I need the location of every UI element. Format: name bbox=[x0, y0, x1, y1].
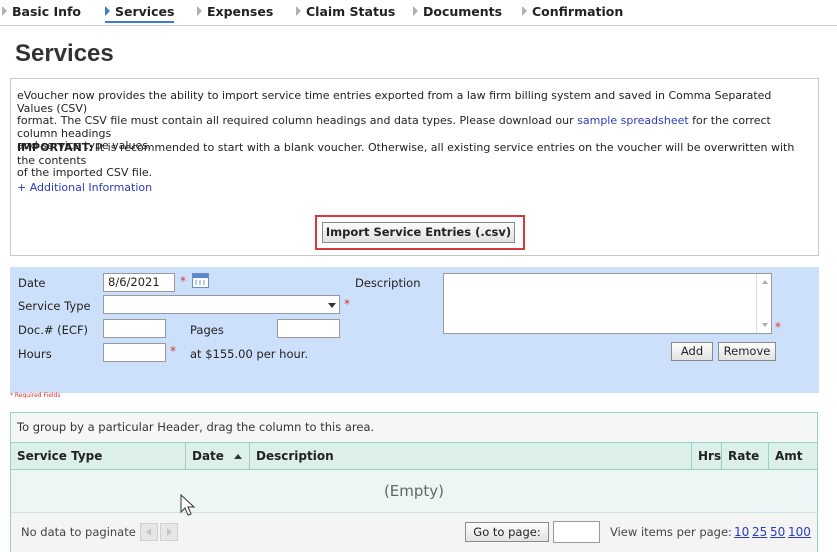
additional-info-row: + Additional Information bbox=[17, 181, 810, 195]
rate-text: at $155.00 per hour. bbox=[190, 347, 309, 361]
tab-basic-info[interactable]: Basic Info bbox=[2, 4, 81, 20]
prev-page-icon[interactable] bbox=[140, 523, 158, 541]
column-header-service-type[interactable]: Service Type bbox=[11, 443, 185, 469]
required-fields-note: * Required Fields bbox=[10, 392, 61, 399]
add-button[interactable]: Add bbox=[671, 342, 713, 361]
column-header-hrs[interactable]: Hrs bbox=[691, 443, 721, 469]
hours-label: Hours bbox=[18, 347, 52, 361]
description-label: Description bbox=[355, 276, 421, 290]
tab-arrow-icon bbox=[296, 6, 301, 16]
service-entries-grid: To group by a particular Header, drag th… bbox=[10, 412, 818, 552]
additional-information-link[interactable]: + Additional Information bbox=[17, 181, 152, 194]
remove-button[interactable]: Remove bbox=[718, 342, 776, 361]
go-to-page-input[interactable] bbox=[553, 521, 600, 543]
tab-arrow-icon bbox=[413, 6, 418, 16]
group-by-area[interactable]: To group by a particular Header, drag th… bbox=[11, 413, 817, 443]
tab-arrow-icon bbox=[197, 6, 202, 16]
hours-required-mark: * bbox=[170, 344, 176, 358]
column-header-amt[interactable]: Amt bbox=[768, 443, 817, 469]
mouse-cursor-icon bbox=[180, 494, 196, 516]
pages-label: Pages bbox=[190, 323, 224, 337]
wizard-tabs: Basic Info Services Expenses Claim Statu… bbox=[0, 0, 837, 26]
import-button-highlight: Import Service Entries (.csv) bbox=[315, 215, 525, 250]
service-entry-form: Date 8/6/2021 * Service Type * Doc.# (EC… bbox=[10, 267, 819, 393]
column-header-description[interactable]: Description bbox=[249, 443, 691, 469]
date-input[interactable]: 8/6/2021 bbox=[103, 273, 175, 292]
page-size-25-link[interactable]: 25 bbox=[752, 525, 767, 539]
grid-header-row: Service Type Date Description Hrs Rate A… bbox=[11, 443, 817, 470]
tab-claim-status[interactable]: Claim Status bbox=[296, 4, 395, 20]
doc-ecf-label: Doc.# (ECF) bbox=[18, 323, 89, 337]
page-size-100-link[interactable]: 100 bbox=[788, 525, 811, 539]
tab-expenses[interactable]: Expenses bbox=[197, 4, 273, 20]
important-note: IMPORTANT: It is recommended to start wi… bbox=[17, 141, 795, 179]
textarea-scrollbar[interactable] bbox=[756, 274, 771, 333]
grid-pager: No data to paginate Go to page: View ite… bbox=[11, 512, 817, 552]
date-label: Date bbox=[18, 276, 46, 290]
column-header-rate[interactable]: Rate bbox=[721, 443, 768, 469]
column-header-date[interactable]: Date bbox=[185, 443, 249, 469]
doc-ecf-input[interactable] bbox=[103, 319, 166, 338]
items-per-page-label: View items per page: bbox=[610, 525, 732, 539]
import-info-panel: eVoucher now provides the ability to imp… bbox=[10, 78, 819, 256]
service-type-label: Service Type bbox=[18, 299, 91, 313]
pages-input[interactable] bbox=[277, 319, 340, 338]
sample-spreadsheet-link[interactable]: sample spreadsheet bbox=[577, 114, 689, 127]
go-to-page-button[interactable]: Go to page: bbox=[465, 522, 549, 542]
description-required-mark: * bbox=[775, 320, 781, 334]
calendar-icon[interactable] bbox=[192, 273, 209, 288]
tab-arrow-icon bbox=[105, 6, 110, 16]
tab-confirmation[interactable]: Confirmation bbox=[522, 4, 623, 20]
sort-asc-icon bbox=[233, 454, 242, 459]
next-page-icon[interactable] bbox=[160, 523, 178, 541]
tab-arrow-icon bbox=[522, 6, 527, 16]
dropdown-arrow-icon bbox=[328, 303, 336, 308]
import-service-entries-button[interactable]: Import Service Entries (.csv) bbox=[322, 222, 515, 243]
description-textarea[interactable] bbox=[443, 273, 772, 334]
hours-input[interactable] bbox=[103, 343, 166, 362]
service-type-required-mark: * bbox=[344, 297, 350, 311]
tab-arrow-icon bbox=[2, 6, 7, 16]
tab-documents[interactable]: Documents bbox=[413, 4, 502, 20]
empty-grid-message: (Empty) bbox=[11, 470, 817, 512]
no-data-text: No data to paginate bbox=[21, 525, 136, 539]
service-type-select[interactable] bbox=[103, 295, 340, 314]
page-title: Services bbox=[15, 40, 114, 67]
tab-services[interactable]: Services bbox=[105, 4, 175, 23]
page-size-10-link[interactable]: 10 bbox=[734, 525, 749, 539]
date-required-mark: * bbox=[180, 274, 186, 288]
page-size-50-link[interactable]: 50 bbox=[770, 525, 785, 539]
